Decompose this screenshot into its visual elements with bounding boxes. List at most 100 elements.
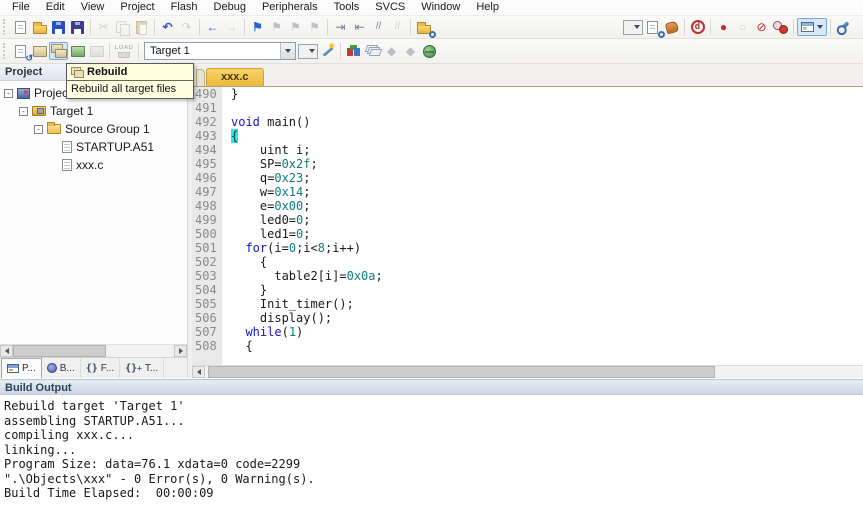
- tree-item-startup-a51[interactable]: STARTUP.A51: [0, 138, 187, 156]
- scroll-thumb[interactable]: [13, 345, 106, 357]
- pointer-hand-icon[interactable]: [662, 18, 681, 36]
- code-line-497: 497 w=0x14;: [192, 185, 863, 199]
- tree-collapse-icon[interactable]: -: [19, 107, 28, 116]
- menu-svcs[interactable]: SVCS: [367, 0, 413, 15]
- save-all-icon[interactable]: [68, 18, 87, 36]
- code-line-495: 495 SP=0x2f;: [192, 157, 863, 171]
- configure-wrench-icon[interactable]: [834, 18, 853, 36]
- prev-bookmark-icon[interactable]: ⚑: [286, 18, 305, 36]
- uncomment-icon[interactable]: //: [388, 18, 407, 36]
- next-bookmark-icon[interactable]: ⚑: [267, 18, 286, 36]
- open-file-icon[interactable]: [30, 18, 49, 36]
- file-toolbar: ✂ ↶ ↷ ← → ⚑ ⚑ ⚑ ⚑ ⇥ ⇤ // // d ● ○ ⊘: [0, 16, 863, 39]
- manage-rte-icon[interactable]: [344, 42, 363, 60]
- new-file-icon[interactable]: [11, 18, 30, 36]
- toolbar-dropdown[interactable]: [623, 20, 643, 35]
- comment-icon[interactable]: //: [369, 18, 388, 36]
- insert-breakpoint-icon[interactable]: ●: [714, 18, 733, 36]
- menu-view[interactable]: View: [73, 0, 113, 15]
- project-items-icon[interactable]: ◆: [382, 42, 401, 60]
- target-dropdown-button[interactable]: [298, 44, 318, 59]
- clear-bookmarks-icon[interactable]: ⚑: [305, 18, 324, 36]
- options-for-target-icon[interactable]: [318, 42, 337, 60]
- code-text: [222, 101, 231, 115]
- scroll-left-icon[interactable]: [192, 366, 205, 378]
- multi-project-icon[interactable]: [363, 42, 382, 60]
- paste-icon[interactable]: [132, 18, 151, 36]
- batch-build-icon[interactable]: [68, 42, 87, 60]
- line-number: 504: [192, 283, 222, 297]
- window-layout-button[interactable]: [797, 18, 827, 36]
- menu-help[interactable]: Help: [468, 0, 507, 15]
- document-search-icon[interactable]: [643, 18, 662, 36]
- build-output-line-1: assembling STARTUP.A51...: [4, 414, 863, 429]
- code-text: }: [222, 283, 267, 297]
- indent-icon[interactable]: ⇥: [331, 18, 350, 36]
- scroll-thumb[interactable]: [208, 366, 715, 378]
- menu-tools[interactable]: Tools: [326, 0, 368, 15]
- toolbar-grip[interactable]: [3, 19, 8, 35]
- disable-all-breakpoints-icon[interactable]: ⊘: [752, 18, 771, 36]
- undo-icon[interactable]: ↶: [158, 18, 177, 36]
- enable-breakpoint-icon[interactable]: ○: [733, 18, 752, 36]
- build-output-line-2: compiling xxx.c...: [4, 428, 863, 443]
- build-icon[interactable]: [30, 42, 49, 60]
- target-select[interactable]: Target 1: [144, 42, 296, 60]
- bookmark-icon[interactable]: ⚑: [248, 18, 267, 36]
- redo-icon[interactable]: ↷: [177, 18, 196, 36]
- workspace-tab-p[interactable]: P...: [1, 358, 42, 378]
- tree-item-source-group-1[interactable]: -Source Group 1: [0, 120, 187, 138]
- menu-debug[interactable]: Debug: [206, 0, 254, 15]
- start-stop-debug-icon[interactable]: d: [688, 18, 707, 36]
- scroll-track[interactable]: [205, 366, 863, 378]
- code-text: {: [222, 129, 238, 143]
- target-select-dropdown-icon[interactable]: [280, 43, 295, 59]
- tree-collapse-icon[interactable]: -: [4, 89, 13, 98]
- code-line-501: 501 for(i=0;i<8;i++): [192, 241, 863, 255]
- find-in-files-icon[interactable]: [414, 18, 433, 36]
- navigate-forward-icon[interactable]: →: [222, 18, 241, 36]
- line-number: 497: [192, 185, 222, 199]
- build-output-caption[interactable]: Build Output: [0, 379, 863, 395]
- cut-icon[interactable]: ✂: [94, 18, 113, 36]
- download-flash-icon[interactable]: LOAD: [113, 42, 135, 60]
- save-icon[interactable]: [49, 18, 68, 36]
- stop-build-icon[interactable]: [87, 42, 106, 60]
- code-editor[interactable]: 490}491492void main()493{494 uint i;495 …: [192, 86, 863, 365]
- workspace-tab-b[interactable]: B...: [42, 358, 81, 378]
- workspace-tab-t[interactable]: {}+T...: [120, 358, 164, 378]
- menu-flash[interactable]: Flash: [163, 0, 206, 15]
- code-text: e=0x00;: [222, 199, 311, 213]
- translate-file-icon[interactable]: ↺: [11, 42, 30, 60]
- navigate-back-icon[interactable]: ←: [203, 18, 222, 36]
- scroll-left-icon[interactable]: [0, 345, 13, 357]
- unindent-icon[interactable]: ⇤: [350, 18, 369, 36]
- rebuild-button[interactable]: [49, 42, 68, 60]
- file-icon: [62, 159, 72, 171]
- build-output-content[interactable]: Rebuild target 'Target 1'assembling STAR…: [0, 395, 863, 527]
- workspace-tab-label: P...: [22, 363, 36, 374]
- scroll-right-icon[interactable]: [174, 345, 187, 357]
- tree-item-xxx-c[interactable]: xxx.c: [0, 156, 187, 174]
- menu-project[interactable]: Project: [112, 0, 162, 15]
- kill-all-breakpoints-icon[interactable]: [771, 18, 790, 36]
- tab-xxx-c[interactable]: xxx.c: [206, 68, 264, 86]
- menu-peripherals[interactable]: Peripherals: [254, 0, 326, 15]
- editor-pane: xxx.c 490}491492void main()493{494 uint …: [192, 64, 863, 378]
- tree-collapse-icon[interactable]: -: [34, 125, 43, 134]
- project-horizontal-scrollbar[interactable]: [0, 344, 187, 357]
- partial-tab[interactable]: [196, 69, 205, 86]
- workspace-tab-f[interactable]: {}F...: [81, 358, 120, 378]
- menu-edit[interactable]: Edit: [38, 0, 73, 15]
- toolbar-grip[interactable]: [3, 43, 8, 59]
- copy-icon[interactable]: [113, 18, 132, 36]
- tree-item-target-1[interactable]: -Target 1: [0, 102, 187, 120]
- scroll-track[interactable]: [13, 345, 174, 357]
- separator: [138, 43, 139, 59]
- books-tab-icon: [47, 363, 57, 373]
- extend-target-icon[interactable]: ◆: [401, 42, 420, 60]
- books-icon[interactable]: [420, 42, 439, 60]
- menu-file[interactable]: File: [4, 0, 38, 15]
- menu-window[interactable]: Window: [413, 0, 468, 15]
- editor-horizontal-scrollbar[interactable]: [192, 365, 863, 378]
